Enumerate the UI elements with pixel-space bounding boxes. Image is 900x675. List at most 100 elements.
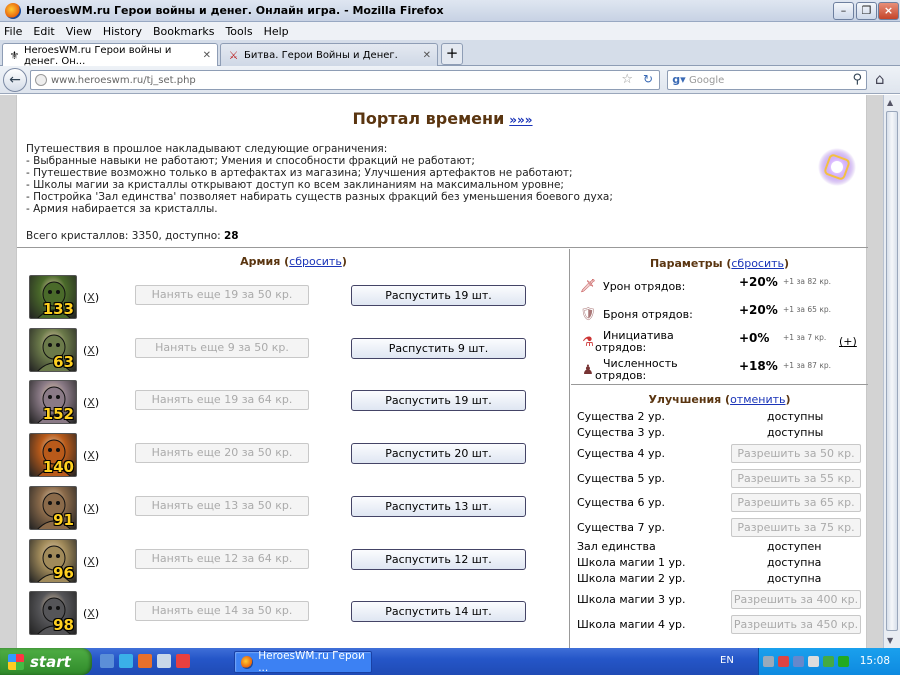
show-desktop-icon[interactable]	[100, 654, 114, 668]
param-plus-link[interactable]: (+)	[839, 335, 857, 348]
tray-icon[interactable]	[778, 656, 789, 667]
rule-line: - Путешествие возможно только в артефакт…	[26, 167, 573, 179]
params-reset-link[interactable]: сбросить	[731, 257, 784, 270]
bookmark-star-icon[interactable]: ☆	[621, 72, 633, 87]
heroes-favicon-icon: ⚜	[9, 49, 20, 62]
hire-button[interactable]: Нанять еще 12 за 64 кр.	[135, 548, 309, 569]
vertical-scrollbar[interactable]: ▲ ▼	[883, 95, 900, 648]
dismiss-button[interactable]: Распустить 20 шт.	[351, 443, 526, 465]
title-link[interactable]: »»»	[509, 113, 532, 127]
dismiss-button[interactable]: Распустить 9 шт.	[351, 337, 526, 359]
volume-icon[interactable]	[808, 656, 819, 667]
remove-unit-link[interactable]: (X)	[83, 449, 99, 462]
rule-line: - Постройка 'Зал единства' позволяет наб…	[26, 191, 613, 203]
hire-button[interactable]: Нанять еще 19 за 64 кр.	[135, 390, 309, 411]
reload-icon[interactable]: ↻	[643, 72, 653, 86]
dismiss-button[interactable]: Распустить 14 шт.	[351, 601, 526, 623]
upgrade-row: Существа 4 ур. Разрешить за 50 кр.	[571, 444, 868, 464]
page-body: Портал времени»»» Путешествия в прошлое …	[16, 95, 868, 648]
allow-button[interactable]: Разрешить за 55 кр.	[731, 469, 861, 488]
ie-icon[interactable]	[119, 654, 133, 668]
language-indicator[interactable]: EN	[720, 655, 734, 666]
page-title: Портал времени»»»	[352, 109, 533, 128]
menu-item-tools[interactable]: Tools	[225, 25, 252, 38]
rule-line: Путешествия в прошлое накладывают следую…	[26, 143, 388, 155]
url-bar[interactable]: www.heroeswm.ru/tj_set.php ☆ ↻	[30, 70, 660, 90]
maximize-button[interactable]: ❐	[856, 2, 877, 20]
google-icon[interactable]: g▾	[671, 73, 687, 87]
search-bar[interactable]: g▾ Google ⚲	[667, 70, 867, 90]
heroes-favicon-icon: ⚔	[228, 48, 239, 62]
remove-unit-link[interactable]: (X)	[83, 291, 99, 304]
tray-icon[interactable]	[838, 656, 849, 667]
new-tab-button[interactable]: +	[441, 43, 463, 65]
upgrade-row: Школа магии 3 ур. Разрешить за 400 кр.	[571, 590, 868, 610]
network-icon[interactable]	[763, 656, 774, 667]
menu-item-file[interactable]: File	[4, 25, 22, 38]
notepad-icon[interactable]	[157, 654, 171, 668]
crystals-info: Всего кристаллов: 3350, доступно: 28	[26, 230, 239, 242]
dismiss-button[interactable]: Распустить 19 шт.	[351, 285, 526, 306]
allow-button[interactable]: Разрешить за 450 кр.	[731, 615, 861, 634]
dismiss-button[interactable]: Распустить 19 шт.	[351, 390, 526, 412]
menu-item-help[interactable]: Help	[264, 25, 289, 38]
tab-battle[interactable]: ⚔ Битва. Герои Войны и Денег. ✕	[220, 43, 438, 66]
close-button[interactable]: ×	[878, 2, 899, 20]
remove-unit-link[interactable]: (X)	[83, 555, 99, 568]
menu-item-history[interactable]: History	[103, 25, 142, 38]
upgrades-cancel-link[interactable]: отменить	[730, 393, 785, 406]
minimize-button[interactable]: –	[833, 2, 854, 20]
remove-unit-link[interactable]: (X)	[83, 344, 99, 357]
param-row: ♟ Численность отрядов: +18% +1 за 87 кр.	[571, 358, 868, 385]
army-row: 98 (X) Нанять еще 14 за 50 кр. Распустить 1…	[17, 591, 570, 641]
tab-close-icon[interactable]: ✕	[203, 50, 211, 61]
rule-line: - Выбранные навыки не работают; Умения и…	[26, 155, 475, 167]
hire-button[interactable]: Нанять еще 14 за 50 кр.	[135, 601, 309, 622]
hire-button[interactable]: Нанять еще 13 за 50 кр.	[135, 495, 309, 516]
scroll-up-icon[interactable]: ▲	[887, 98, 893, 107]
hire-button[interactable]: Нанять еще 19 за 50 кр.	[135, 285, 309, 305]
hire-button[interactable]: Нанять еще 20 за 50 кр.	[135, 443, 309, 464]
army-reset-link[interactable]: сбросить	[289, 255, 342, 268]
dismiss-button[interactable]: Распустить 13 шт.	[351, 495, 526, 517]
site-identity-icon[interactable]	[35, 74, 47, 86]
taskbar-firefox-button[interactable]: HeroesWM.ru Герои ...	[234, 650, 372, 674]
rule-line: - Армия набирается за кристаллы.	[26, 203, 218, 215]
tab-close-icon[interactable]: ✕	[423, 50, 431, 61]
sword-icon: 🗡	[579, 279, 597, 294]
upgrade-status: доступны	[767, 410, 824, 423]
allow-button[interactable]: Разрешить за 75 кр.	[731, 518, 861, 537]
allow-button[interactable]: Разрешить за 400 кр.	[731, 590, 861, 609]
params-panel: Параметры (сбросить) 🗡 Урон отрядов: +20% +…	[571, 249, 868, 385]
upgrade-row: Школа магии 4 ур. Разрешить за 450 кр.	[571, 615, 868, 635]
army-row: 152 (X) Нанять еще 19 за 64 кр. Распустить …	[17, 380, 570, 430]
menu-item-view[interactable]: View	[66, 25, 92, 38]
tray-icon[interactable]	[823, 656, 834, 667]
army-row: 96 (X) Нанять еще 12 за 64 кр. Распустить 1…	[17, 538, 570, 589]
start-button[interactable]: start	[0, 648, 92, 675]
home-icon[interactable]: ⌂	[875, 70, 885, 88]
tab-heroeswm[interactable]: ⚜ HeroesWM.ru Герои войны и денег. Он...…	[2, 43, 218, 67]
remove-unit-link[interactable]: (X)	[83, 502, 99, 515]
hire-button[interactable]: Нанять еще 9 за 50 кр.	[135, 337, 309, 358]
unit-count: 98	[53, 616, 74, 635]
dismiss-button[interactable]: Распустить 12 шт.	[351, 548, 526, 570]
allow-button[interactable]: Разрешить за 50 кр.	[731, 444, 861, 463]
search-icon[interactable]: ⚲	[852, 72, 862, 87]
remove-unit-link[interactable]: (X)	[83, 396, 99, 409]
army-row: 91 (X) Нанять еще 13 за 50 кр. Распустить 1…	[17, 485, 570, 536]
unit-portrait: 140	[29, 433, 77, 478]
app-icon[interactable]	[176, 654, 190, 668]
scrollbar-thumb[interactable]	[886, 111, 898, 631]
scroll-down-icon[interactable]: ▼	[887, 636, 893, 645]
upgrade-label: Существа 5 ур.	[577, 472, 665, 485]
tray-icon[interactable]	[793, 656, 804, 667]
menu-item-edit[interactable]: Edit	[33, 25, 54, 38]
firefox-launch-icon[interactable]	[138, 654, 152, 668]
allow-button[interactable]: Разрешить за 65 кр.	[731, 493, 861, 512]
remove-unit-link[interactable]: (X)	[83, 607, 99, 620]
windows-flag-icon	[8, 653, 24, 670]
back-button[interactable]: ←	[3, 68, 27, 92]
menu-item-bookmarks[interactable]: Bookmarks	[153, 25, 214, 38]
upgrades-panel: Улучшения (отменить) Существа 2 ур. досту…	[571, 386, 868, 648]
